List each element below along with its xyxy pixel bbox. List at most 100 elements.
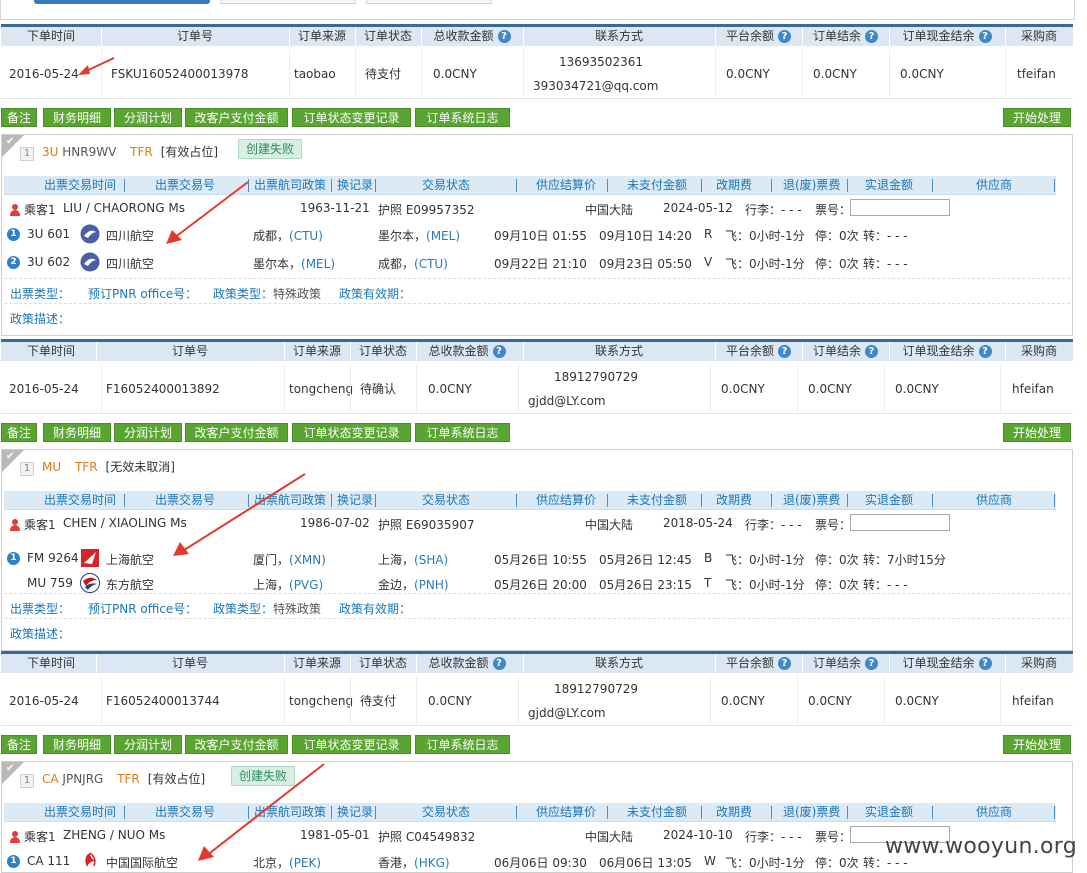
change-pay-button[interactable]: 改客户支付金额 bbox=[185, 108, 288, 127]
order-source: taobao bbox=[294, 67, 336, 81]
remark-button[interactable]: 备注 bbox=[1, 423, 37, 442]
start-processing-button[interactable]: 开始处理 bbox=[1003, 735, 1071, 754]
passenger-label: 乘客1 bbox=[24, 203, 56, 217]
profit-plan-button[interactable]: 分润计划 bbox=[114, 735, 182, 754]
column-header-label: 总收款金额 bbox=[433, 29, 494, 43]
help-icon[interactable]: ? bbox=[778, 657, 791, 670]
departure-airport-code: (MEL) bbox=[301, 257, 335, 271]
departure-city: 墨尔本，(MEL) bbox=[253, 255, 335, 272]
order-platform-balance: 0.0CNY bbox=[726, 67, 770, 81]
header-divider bbox=[932, 806, 933, 819]
cabin-class: W bbox=[704, 854, 716, 868]
order-order-no: FSKU16052400013978 bbox=[111, 67, 249, 81]
policy-type-label: 政策类型： bbox=[213, 602, 274, 616]
stop-count: 停：0次 bbox=[815, 257, 859, 271]
help-icon[interactable]: ? bbox=[492, 345, 506, 358]
header-divider bbox=[771, 806, 772, 819]
flight-header-issue-no: 出票交易号 bbox=[155, 178, 216, 192]
change-pay-button[interactable]: 改客户支付金额 bbox=[185, 735, 288, 754]
toolbar-button[interactable] bbox=[220, 0, 356, 4]
header-divider bbox=[932, 179, 933, 192]
column-separator bbox=[802, 654, 803, 673]
departure-time: 05月26日 20:00 bbox=[494, 578, 587, 592]
header-divider bbox=[701, 494, 702, 507]
help-icon[interactable]: ? bbox=[492, 657, 506, 670]
column-header-label: 订单结余 bbox=[812, 344, 861, 358]
start-processing-button[interactable]: 开始处理 bbox=[1003, 108, 1071, 127]
sys-log-button[interactable]: 订单系统日志 bbox=[415, 108, 510, 127]
search-button[interactable] bbox=[34, 0, 210, 4]
arrival-city-name: 上海， bbox=[378, 553, 415, 567]
help-icon[interactable]: ? bbox=[978, 30, 992, 43]
header-divider bbox=[847, 179, 848, 192]
passenger-name: CHEN / XIAOLING Ms bbox=[63, 516, 187, 530]
help-icon[interactable]: ? bbox=[978, 657, 992, 670]
header-divider bbox=[701, 806, 702, 819]
start-processing-button[interactable]: 开始处理 bbox=[1003, 423, 1071, 442]
help-icon[interactable]: ? bbox=[778, 345, 791, 358]
order-row[interactable]: 2016-05-24 FSKU16052400013978 taobao 待支付 0.0… bbox=[1, 49, 1073, 99]
passenger-doc-expiry: 2024-10-10 bbox=[663, 828, 733, 842]
ticket-type: TFR bbox=[117, 772, 140, 786]
column-separator bbox=[416, 654, 417, 673]
help-icon[interactable]: ? bbox=[497, 30, 511, 43]
flight-number[interactable]: CA 111 bbox=[27, 854, 70, 868]
stop-count: 停：0次 bbox=[815, 578, 859, 592]
cabin-class: B bbox=[704, 551, 713, 565]
order-contact: 18912790729 gjdd@LY.com bbox=[518, 364, 710, 414]
column-separator bbox=[289, 49, 290, 99]
sys-log-button[interactable]: 订单系统日志 bbox=[415, 423, 510, 442]
departure-city-name: 成都， bbox=[253, 229, 290, 243]
column-header-total: 总收款金额? bbox=[416, 342, 518, 361]
ticket-number-input[interactable] bbox=[850, 514, 950, 531]
issue-type: 出票类型： bbox=[10, 600, 70, 617]
header-divider bbox=[932, 494, 933, 507]
profit-plan-button[interactable]: 分润计划 bbox=[114, 423, 182, 442]
remark-button[interactable]: 备注 bbox=[1, 108, 37, 127]
help-icon[interactable]: ? bbox=[865, 345, 878, 358]
column-separator bbox=[416, 676, 417, 726]
column-header-buyer: 采购商 bbox=[1005, 342, 1073, 361]
status-log-button[interactable]: 订单状态变更记录 bbox=[292, 423, 411, 442]
column-header-order-no: 订单号 bbox=[101, 27, 289, 46]
finance-button[interactable]: 财务明细 bbox=[43, 735, 111, 754]
column-header-cash-settle: 订单现金结余? bbox=[889, 654, 1005, 673]
pnr-code[interactable]: JPNJRG bbox=[62, 772, 103, 786]
profit-plan-button[interactable]: 分润计划 bbox=[114, 108, 182, 127]
column-separator bbox=[715, 27, 716, 46]
checkmark-icon: ✔ bbox=[6, 451, 15, 462]
change-pay-button[interactable]: 改客户支付金额 bbox=[185, 423, 288, 442]
transfer-info: 转：- - - bbox=[863, 255, 908, 272]
cabin-class: T bbox=[704, 576, 712, 590]
column-header-status: 订单状态 bbox=[350, 342, 416, 361]
remark-button[interactable]: 备注 bbox=[1, 735, 37, 754]
checkmark-icon: ✔ bbox=[6, 763, 15, 774]
sys-log-button[interactable]: 订单系统日志 bbox=[415, 735, 510, 754]
status-log-button[interactable]: 订单状态变更记录 bbox=[292, 735, 411, 754]
help-icon[interactable]: ? bbox=[778, 30, 791, 43]
arrival-city: 上海，(SHA) bbox=[378, 551, 448, 568]
help-icon[interactable]: ? bbox=[865, 30, 878, 43]
flight-number[interactable]: 3U 601 bbox=[27, 227, 70, 241]
stop-count: 停：0次 bbox=[815, 856, 859, 870]
flight-number[interactable]: FM 9264 bbox=[27, 551, 79, 565]
help-icon[interactable]: ? bbox=[865, 657, 878, 670]
flight-header-refund-amount: 实退金额 bbox=[865, 178, 914, 192]
flight-number[interactable]: 3U 602 bbox=[27, 255, 70, 269]
column-header-time: 下单时间 bbox=[1, 27, 101, 46]
passenger-icon-body bbox=[10, 525, 20, 531]
help-icon[interactable]: ? bbox=[978, 345, 992, 358]
order-row[interactable]: 2016-05-24 F16052400013892 tongcheng 待确认 0.0… bbox=[1, 364, 1073, 414]
issue-type: 出票类型： bbox=[10, 285, 70, 302]
pnr-code[interactable]: HNR9WV bbox=[62, 145, 116, 159]
passenger-document: 护照 E69035907 bbox=[378, 518, 475, 532]
finance-button[interactable]: 财务明细 bbox=[43, 423, 111, 442]
finance-button[interactable]: 财务明细 bbox=[43, 108, 111, 127]
toolbar-button[interactable] bbox=[366, 0, 492, 4]
order-row[interactable]: 2016-05-24 F16052400013744 tongcheng 待支付 0.0… bbox=[1, 676, 1073, 726]
status-log-button[interactable]: 订单状态变更记录 bbox=[292, 108, 411, 127]
ticket-number-input[interactable] bbox=[850, 199, 950, 216]
column-header-label: 联系方式 bbox=[594, 29, 643, 43]
flight-number[interactable]: MU 759 bbox=[27, 576, 73, 590]
column-separator bbox=[889, 49, 890, 99]
